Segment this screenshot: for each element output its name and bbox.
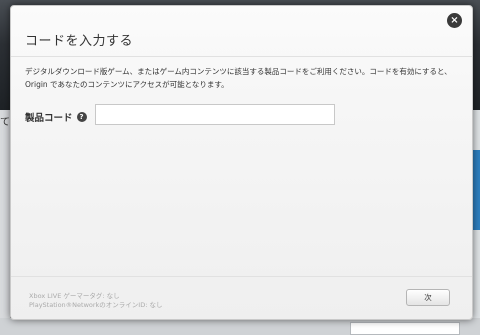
redeem-code-dialog: × コードを入力する デジタルダウンロード版ゲーム、またはゲーム内コンテンツに該…	[10, 5, 473, 320]
dialog-title: コードを入力する	[25, 34, 134, 49]
background-left-panel	[0, 110, 10, 335]
code-label-group: 製品コード ?	[25, 110, 87, 124]
close-icon[interactable]: ×	[447, 13, 462, 28]
background-bottom-field	[350, 322, 460, 335]
next-button[interactable]: 次	[406, 289, 450, 306]
background-right-accent	[472, 150, 480, 230]
product-code-input[interactable]	[95, 104, 335, 125]
footer-divider	[11, 276, 472, 277]
divider	[11, 56, 472, 57]
psn-id-text: PlayStation®NetworkのオンラインID: なし	[29, 301, 163, 309]
dialog-description: デジタルダウンロード版ゲーム、またはゲーム内コンテンツに該当する製品コードをご利…	[25, 67, 452, 89]
code-label: 製品コード	[25, 113, 73, 124]
background-text-fragment: て	[0, 117, 10, 128]
help-icon[interactable]: ?	[76, 112, 87, 122]
